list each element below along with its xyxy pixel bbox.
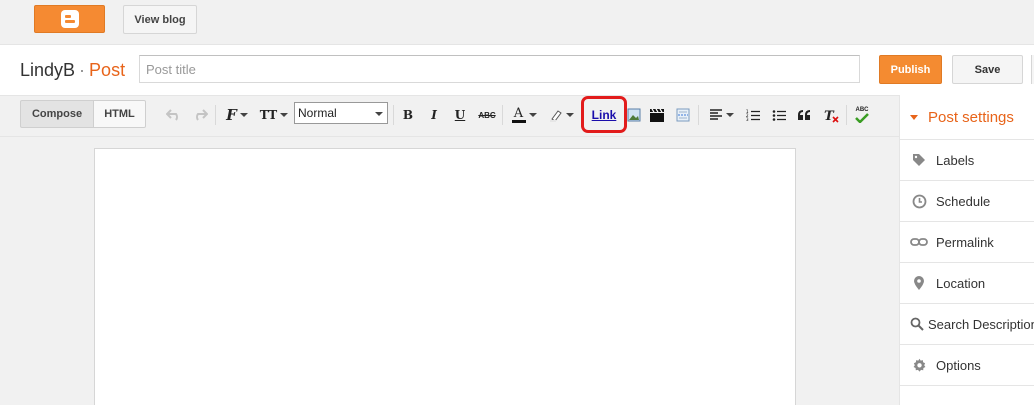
clock-icon (910, 194, 928, 209)
underline-button[interactable]: U (451, 104, 469, 126)
compose-mode-button[interactable]: Compose (20, 100, 93, 128)
html-mode-button[interactable]: HTML (93, 100, 146, 128)
sidebar-item-label: Search Description (928, 316, 1034, 332)
sidebar-item-label: Labels (936, 152, 975, 168)
toolbar-divider (502, 105, 503, 125)
post-settings-header[interactable]: Post settings (900, 95, 1034, 140)
redo-icon[interactable] (190, 104, 210, 126)
bulleted-list-icon (772, 109, 786, 121)
toolbar-divider (846, 105, 847, 125)
publish-button[interactable]: Publish (879, 55, 942, 84)
sidebar-item-schedule[interactable]: Schedule (900, 181, 1034, 222)
alignment-button[interactable] (705, 104, 737, 126)
sidebar-item-labels[interactable]: Labels (900, 140, 1034, 181)
view-blog-button[interactable]: View blog (123, 5, 197, 34)
post-title-input[interactable] (139, 55, 860, 83)
insert-link-button[interactable]: Link (581, 96, 627, 133)
numbered-list-icon: 123 (746, 109, 760, 122)
svg-text:3: 3 (746, 117, 749, 122)
font-icon: F (226, 106, 237, 124)
pin-icon (910, 275, 928, 291)
blog-name-text: LindyB (20, 60, 76, 80)
sidebar-item-location[interactable]: Location (900, 263, 1034, 304)
font-size-button[interactable]: TT (258, 104, 290, 126)
numbered-list-button[interactable]: 123 (744, 104, 762, 126)
paragraph-format-select[interactable]: Normal (294, 102, 388, 124)
toolbar-divider (393, 105, 394, 125)
post-header: LindyB·Post Publish Save (0, 45, 1034, 95)
format-value: Normal (298, 106, 337, 120)
triangle-down-icon (910, 114, 918, 120)
bulleted-list-button[interactable] (770, 104, 788, 126)
image-icon (627, 108, 641, 122)
chevron-down-icon (375, 112, 383, 116)
sidebar-item-permalink[interactable]: Permalink (900, 222, 1034, 263)
spell-check-button[interactable]: ABC (852, 104, 872, 126)
sidebar-item-label: Schedule (936, 193, 991, 209)
blog-title: LindyB · Post (20, 60, 125, 81)
sidebar-item-label: Permalink (936, 234, 994, 250)
clear-format-icon: T (824, 109, 839, 123)
undo-icon[interactable] (164, 104, 184, 126)
blogger-logo-button[interactable] (34, 5, 105, 33)
search-icon (910, 317, 924, 331)
italic-button[interactable]: I (425, 104, 443, 126)
sidebar-item-label: Location (936, 275, 986, 291)
toolbar-divider (215, 105, 216, 125)
tag-icon (910, 153, 928, 167)
post-settings-sidebar: Post settings Labels Schedule Permalink … (899, 95, 1034, 405)
strikethrough-button[interactable]: ABC (476, 104, 498, 126)
post-settings-title: Post settings (928, 108, 1014, 126)
title-separator: · (79, 60, 86, 80)
mode-switch: Compose HTML (20, 100, 146, 128)
bold-button[interactable]: B (399, 104, 417, 126)
quote-icon (798, 110, 810, 120)
font-family-button[interactable]: F (222, 104, 252, 126)
video-clapper-icon (650, 108, 664, 122)
section-name: Post (89, 60, 126, 80)
blogger-icon (60, 10, 79, 28)
insert-video-button[interactable] (648, 104, 666, 126)
toolbar-divider (698, 105, 699, 125)
sidebar-item-label: Options (936, 357, 981, 373)
link-icon (910, 237, 928, 247)
sidebar-item-search-description[interactable]: Search Description (900, 304, 1034, 345)
remove-formatting-button[interactable]: T (821, 104, 841, 126)
editor-area (0, 137, 900, 405)
insert-jump-break-button[interactable] (674, 104, 692, 126)
text-color-button[interactable]: A (508, 104, 540, 126)
highlight-color-button[interactable] (546, 104, 576, 126)
align-left-icon (709, 109, 722, 120)
post-body-editor[interactable] (94, 148, 796, 405)
quote-button[interactable] (795, 104, 813, 126)
text-color-icon: A (511, 107, 526, 123)
save-button[interactable]: Save (952, 55, 1023, 84)
gear-icon (910, 358, 928, 373)
highlighter-icon (549, 110, 562, 122)
font-size-icon: TT (259, 108, 278, 122)
jump-break-icon (676, 108, 690, 122)
sidebar-item-options[interactable]: Options (900, 345, 1034, 386)
editor-toolbar: Compose HTML F TT Normal B I U ABC A Lin… (0, 95, 900, 137)
spell-check-icon: ABC (855, 107, 869, 123)
insert-image-button[interactable] (626, 104, 642, 126)
top-bar: View blog (0, 0, 1034, 45)
